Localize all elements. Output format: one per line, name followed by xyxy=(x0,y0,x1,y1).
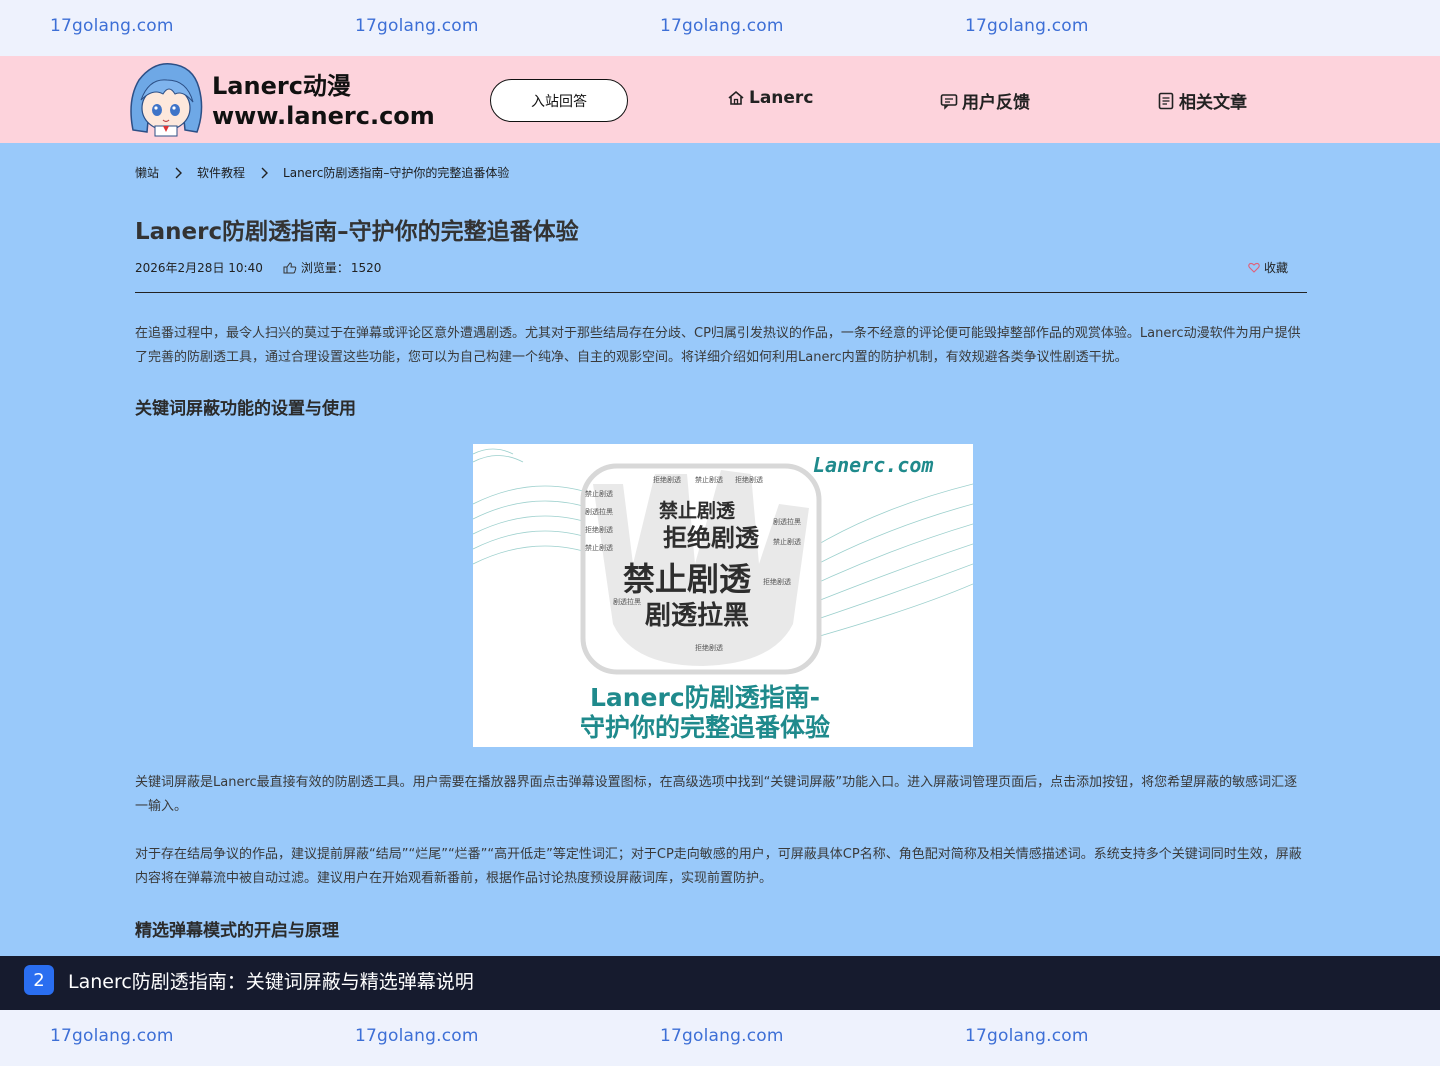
figure-word: 拒绝剧透 xyxy=(663,524,760,552)
document-icon xyxy=(1158,92,1174,109)
section-heading: 精选弹幕模式的开启与原理 xyxy=(135,921,339,941)
breadcrumb-item-category[interactable]: 软件教程 xyxy=(197,164,245,181)
watermark-text: 17golang.com xyxy=(660,1026,784,1046)
heart-icon xyxy=(1248,262,1260,273)
nav-label: 相关文章 xyxy=(1179,93,1247,113)
watermark-text: 17golang.com xyxy=(355,1026,479,1046)
favorite-label: 收藏 xyxy=(1263,261,1288,275)
figure-word: 剧透拉黑 xyxy=(613,597,641,606)
article-paragraph: 关键词屏蔽是Lanerc最直接有效的防剧透工具。用户需要在播放器界面点击弹幕设置… xyxy=(135,775,1298,814)
watermark-text: 17golang.com xyxy=(355,16,479,36)
nav-item-home[interactable]: Lanerc xyxy=(727,88,813,108)
watermark-text: 17golang.com xyxy=(50,16,174,36)
figure-word: 拒绝剧透 xyxy=(735,475,763,484)
nav-label: Lanerc xyxy=(749,88,814,108)
publish-date: 2026年2月28日 10:40 xyxy=(135,261,263,275)
figure-word: 禁止剧透 xyxy=(659,499,736,522)
figure-word: 禁止剧透 xyxy=(695,475,723,484)
watermark-text: 17golang.com xyxy=(965,1026,1089,1046)
article-intro: 在追番过程中，最令人扫兴的莫过于在弹幕或评论区意外遭遇剧透。尤其对于那些结局存在… xyxy=(135,326,1301,365)
figure-word: 禁止剧透 xyxy=(585,543,613,552)
article-figure: 禁止剧透 剧透拉黑 拒绝剧透 禁止剧透 拒绝剧透 禁止剧透 拒绝剧透 剧透拉黑 … xyxy=(473,444,973,747)
figure-word: 剧透拉黑 xyxy=(585,507,613,516)
figure-brand: Lanerc.com xyxy=(813,453,933,477)
figure-caption-line1: Lanerc防剧透指南- xyxy=(590,683,820,712)
site-logo-title[interactable]: Lanerc动漫 xyxy=(212,66,351,101)
watermark-bar-bottom: 17golang.com 17golang.com 17golang.com 1… xyxy=(0,1010,1440,1066)
figure-word: 剧透拉黑 xyxy=(645,600,749,631)
title-divider xyxy=(135,292,1307,293)
article-title: Lanerc防剧透指南–守护你的完整追番体验 xyxy=(135,219,579,245)
watermark-text: 17golang.com xyxy=(965,16,1089,36)
figure-word: 禁止剧透 xyxy=(773,537,801,546)
answer-entry-button[interactable]: 入站回答 xyxy=(490,79,628,122)
figure-caption-line2: 守护你的完整追番体验 xyxy=(580,713,830,742)
article-paragraph: 对于存在结局争议的作品，建议提前屏蔽“结局”“烂尾”“烂番”“高开低走”等定性词… xyxy=(135,847,1302,886)
chevron-right-icon xyxy=(261,167,269,178)
section-heading: 关键词屏蔽功能的设置与使用 xyxy=(135,399,356,419)
watermark-text: 17golang.com xyxy=(660,16,784,36)
watermark-text: 17golang.com xyxy=(50,1026,174,1046)
favorite-button[interactable]: 收藏 xyxy=(1248,259,1288,276)
figure-word: 禁止剧透 xyxy=(623,560,751,598)
view-count: 浏览量： 1520 xyxy=(283,259,382,276)
figure-word: 拒绝剧透 xyxy=(695,643,723,652)
breadcrumb-item-current: Lanerc防剧透指南–守护你的完整追番体验 xyxy=(283,166,510,180)
thumb-icon xyxy=(283,261,297,273)
nav-item-feedback[interactable]: 用户反馈 xyxy=(940,88,1030,113)
chevron-right-icon xyxy=(175,167,183,178)
figure-word: 拒绝剧透 xyxy=(653,475,681,484)
chat-icon xyxy=(940,93,958,110)
nav-label: 用户反馈 xyxy=(962,93,1030,113)
caption-text: Lanerc防剧透指南：关键词屏蔽与精选弹幕说明 xyxy=(68,971,474,993)
breadcrumb-item-home[interactable]: 懒站 xyxy=(135,164,159,181)
figure-word: 拒绝剧透 xyxy=(585,525,613,534)
caption-number-badge: 2 xyxy=(24,965,54,995)
site-logo-url[interactable]: www.lanerc.com xyxy=(212,102,435,130)
view-count-value: 1520 xyxy=(350,260,382,275)
breadcrumb: 懒站 软件教程 Lanerc防剧透指南–守护你的完整追番体验 xyxy=(135,164,509,181)
view-count-label: 浏览量： xyxy=(300,261,349,275)
figure-word: 剧透拉黑 xyxy=(773,517,801,526)
home-icon xyxy=(728,90,744,105)
nav-item-related-articles[interactable]: 相关文章 xyxy=(1157,88,1247,113)
article-meta: 2026年2月28日 10:40 浏览量： 1520 xyxy=(135,259,381,276)
figure-word: 拒绝剧透 xyxy=(763,577,791,586)
logo-avatar[interactable] xyxy=(125,60,207,138)
watermark-bar-top: 17golang.com 17golang.com 17golang.com 1… xyxy=(0,0,1440,56)
figure-word: 禁止剧透 xyxy=(585,489,613,498)
